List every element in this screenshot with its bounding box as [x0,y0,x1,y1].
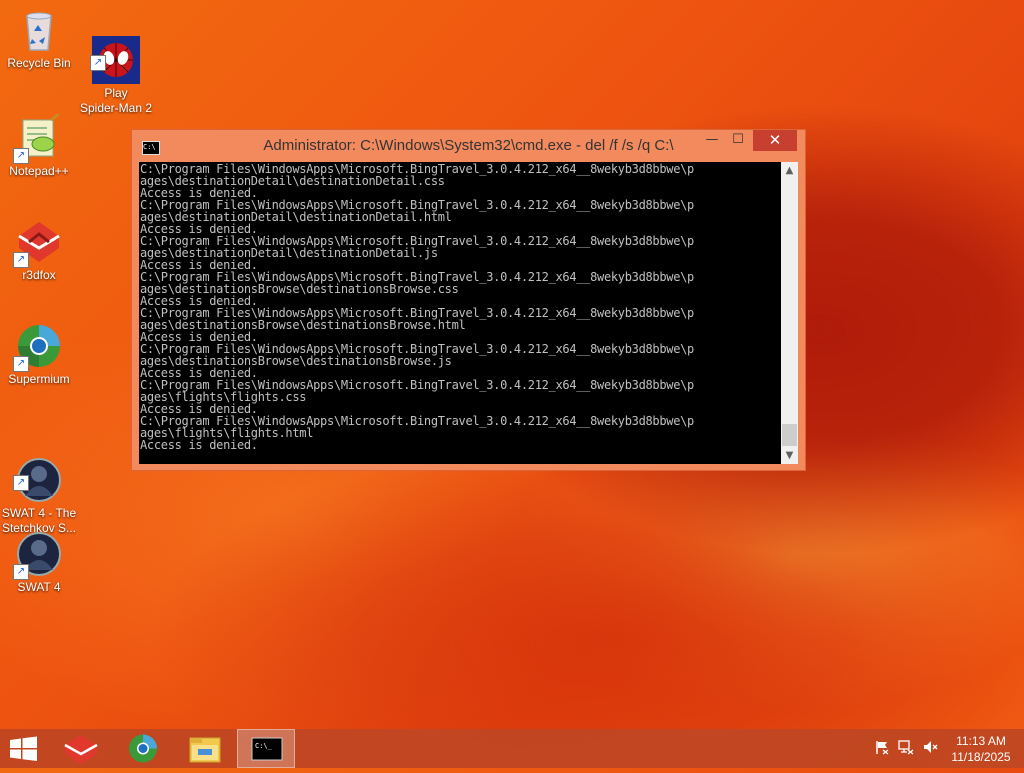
scroll-thumb[interactable] [782,424,797,446]
r3dfox-taskbar-icon [64,735,98,764]
shortcut-arrow-icon: ↗ [90,55,106,71]
clock-date: 11/18/2025 [951,750,1011,764]
vertical-scrollbar[interactable]: ▲ ▼ [781,162,798,464]
maximize-button[interactable]: ☐ [725,130,751,151]
network-icon[interactable] [898,739,914,759]
r3dfox-icon: ↗ [13,218,63,268]
scroll-up-icon[interactable]: ▲ [781,162,798,179]
clock-time: 11:13 AM [956,734,1006,748]
file-explorer-icon [189,737,221,763]
volume-muted-icon[interactable] [922,739,938,759]
recycle-bin-icon [15,6,63,54]
close-button[interactable]: ✕ [753,130,797,151]
scroll-down-icon[interactable]: ▼ [781,447,798,464]
console-output: C:\Program Files\WindowsApps\Microsoft.B… [140,162,694,452]
action-center-flag-icon[interactable] [874,739,890,759]
cmd-titlebar[interactable]: C:\ Administrator: C:\Windows\System32\c… [132,130,805,162]
desktop-icon-supermium[interactable]: ↗ Supermium [1,322,77,387]
shortcut-arrow-icon: ↗ [13,148,29,164]
desktop-icon-label: Notepad++ [9,164,69,178]
spiderman-icon: ↗ [90,21,140,84]
desktop-icon-label: Play Spider-Man 2 [79,86,153,115]
minimize-button[interactable]: — [699,130,725,151]
taskbar-supermium[interactable] [114,729,172,768]
shortcut-arrow-icon: ↗ [13,252,29,268]
desktop-icon-notepad-plus-plus[interactable]: ↗ Notepad++ [1,112,77,179]
desktop-icon-recycle-bin[interactable]: Recycle Bin [1,6,77,71]
supermium-icon: ↗ [13,322,63,372]
desktop-icon-r3dfox[interactable]: ↗ r3dfox [1,218,77,283]
taskbar-clock[interactable]: 11:13 AM 11/18/2025 [944,733,1018,765]
notepad-plus-plus-icon: ↗ [13,112,63,164]
svg-text:C:\_: C:\_ [255,742,273,750]
taskbar-cmd[interactable]: C:\_ [237,729,295,768]
supermium-taskbar-icon [129,734,157,763]
shortcut-arrow-icon: ↗ [13,475,29,491]
taskbar-file-explorer[interactable] [176,729,234,768]
start-icon [10,736,37,761]
taskbar: C:\_ 11:13 AM 11/18/2025 [0,729,1024,768]
desktop-icon-label: SWAT 4 [17,580,61,594]
start-button[interactable] [0,729,58,768]
desktop-icon-label: Supermium [8,372,70,386]
shortcut-arrow-icon: ↗ [13,564,29,580]
swat4-icon: ↗ [13,530,63,580]
swat4-stetchkov-icon: ↗ [13,441,63,502]
desktop-icon-label: r3dfox [22,268,56,282]
desktop-icon-spiderman2[interactable]: ↗ Play Spider-Man 2 [78,6,154,116]
cmd-console[interactable]: C:\Program Files\WindowsApps\Microsoft.B… [139,162,798,464]
desktop-icon-swat4-stetchkov[interactable]: ↗ SWAT 4 - The Stetchkov S... [1,426,77,536]
cmd-window[interactable]: C:\ Administrator: C:\Windows\System32\c… [131,129,806,471]
shortcut-arrow-icon: ↗ [13,356,29,372]
desktop-icon-label: Recycle Bin [7,56,71,70]
cmd-taskbar-icon: C:\_ [251,737,283,761]
taskbar-r3dfox[interactable] [52,729,110,768]
desktop-icon-swat4[interactable]: ↗ SWAT 4 [1,530,77,595]
